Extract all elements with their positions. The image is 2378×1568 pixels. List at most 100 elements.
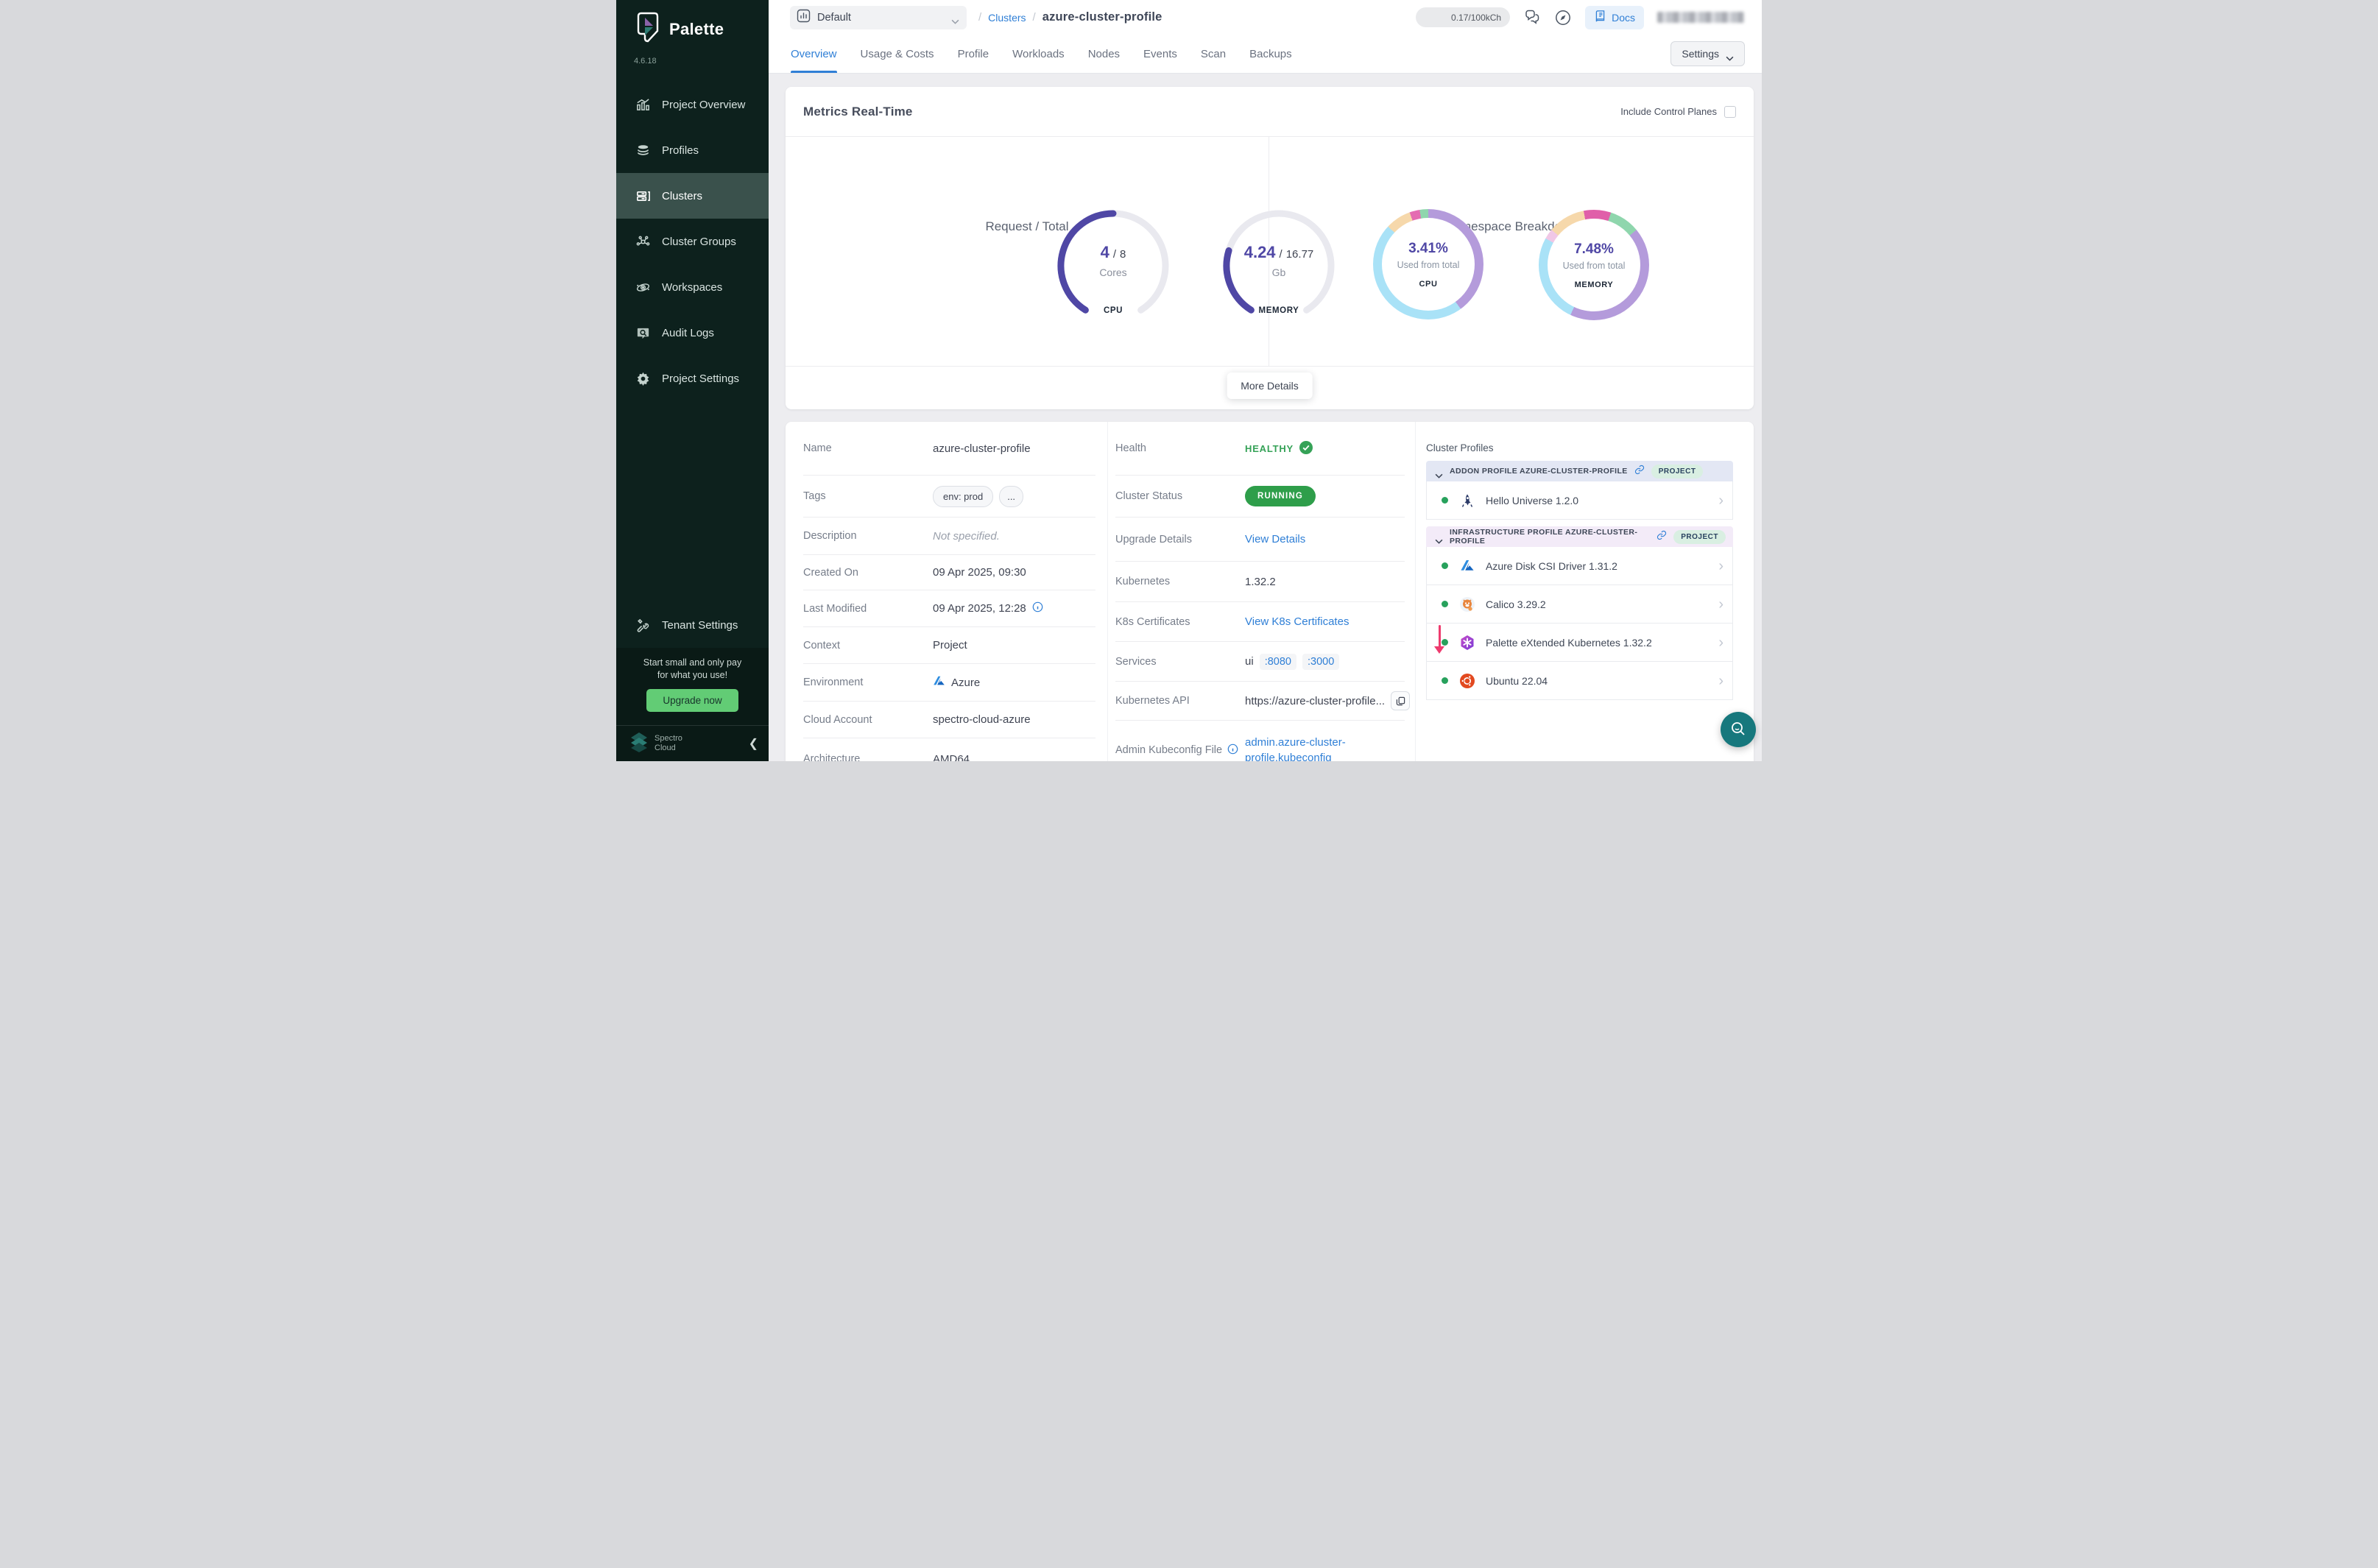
include-control-planes: Include Control Planes (1620, 106, 1736, 118)
settings-label: Settings (1682, 48, 1719, 60)
service-port-3000-link[interactable]: :3000 (1302, 654, 1339, 670)
sidebar-item-audit-logs[interactable]: Audit Logs (616, 310, 769, 356)
sidebar-item-cluster-groups[interactable]: Cluster Groups (616, 219, 769, 264)
sidebar-nav: Project Overview Profiles Clusters Clust… (616, 82, 769, 401)
details-left-column: Name azure-cluster-profile Tags env: pro… (786, 422, 1107, 761)
chevron-down-icon[interactable] (1435, 534, 1443, 540)
upgrade-panel: Start small and only pay for what you us… (616, 648, 769, 725)
cluster-name-value: azure-cluster-profile (933, 442, 1031, 455)
infrastructure-profile-group: INFRASTRUCTURE PROFILE AZURE-CLUSTER-PRO… (1426, 526, 1733, 700)
service-name: ui (1245, 655, 1254, 668)
architecture-value: AMD64 (933, 753, 970, 762)
app-name: Palette (669, 20, 724, 39)
palette-logo-icon (635, 12, 660, 46)
service-port-8080-link[interactable]: :8080 (1260, 654, 1296, 670)
sidebar-item-tenant-settings[interactable]: Tenant Settings (616, 602, 769, 648)
detail-row-upgrade-details: Upgrade Details View Details (1115, 518, 1405, 562)
cpu-gauge-label: CPU (1051, 306, 1176, 315)
environment-value: Azure (951, 677, 980, 689)
sidebar-item-clusters[interactable]: Clusters (616, 173, 769, 219)
tab-usage-costs[interactable]: Usage & Costs (861, 35, 934, 73)
tab-scan[interactable]: Scan (1201, 35, 1226, 73)
breadcrumb: / Clusters / azure-cluster-profile (978, 10, 1162, 24)
detail-row-services: Services ui :8080 :3000 (1115, 642, 1405, 682)
link-icon[interactable] (1657, 530, 1667, 544)
sidebar-item-project-overview[interactable]: Project Overview (616, 82, 769, 127)
compass-icon[interactable] (1554, 9, 1572, 27)
topbar-actions: 0.17/100kCh Docs (1416, 6, 1762, 29)
cluster-status-badge: RUNNING (1245, 486, 1316, 506)
collapse-sidebar-icon[interactable]: ❮ (749, 736, 758, 751)
cluster-profiles-title: Cluster Profiles (1426, 442, 1736, 453)
profile-layer-name: Ubuntu 22.04 (1486, 675, 1718, 687)
sidebar-item-label: Clusters (662, 190, 702, 202)
breadcrumb-clusters-link[interactable]: Clusters (988, 12, 1026, 24)
sidebar-item-project-settings[interactable]: Project Settings (616, 356, 769, 401)
status-dot (1442, 562, 1448, 569)
profile-layer-pxk[interactable]: Palette eXtended Kubernetes 1.32.2 › (1426, 624, 1733, 662)
detail-row-environment: Environment Azure (803, 664, 1095, 702)
chat-icon[interactable] (1523, 9, 1541, 27)
spectro-cloud-logo (629, 732, 649, 756)
status-dot (1442, 497, 1448, 504)
status-dot (1442, 639, 1448, 646)
usage-meter: 0.17/100kCh (1416, 7, 1510, 27)
sidebar-footer: Spectro Cloud ❮ (616, 725, 769, 761)
created-on-value: 09 Apr 2025, 09:30 (933, 566, 1026, 579)
tab-events[interactable]: Events (1143, 35, 1177, 73)
check-circle-icon (1299, 441, 1313, 456)
include-control-planes-checkbox[interactable] (1724, 106, 1736, 118)
memory-request-value: 4.24 (1244, 243, 1276, 262)
detail-row-cloud-account: Cloud Account spectro-cloud-azure (803, 702, 1095, 738)
addon-profile-group: ADDON PROFILE AZURE-CLUSTER-PROFILE PROJ… (1426, 461, 1733, 520)
sidebar-item-workspaces[interactable]: Workspaces (616, 264, 769, 310)
tab-overview[interactable]: Overview (791, 35, 837, 73)
cloud-account-value: spectro-cloud-azure (933, 713, 1031, 726)
tag-more[interactable]: ... (999, 486, 1023, 507)
palette-console: Palette 4.6.18 Project Overview Profiles (616, 0, 1762, 761)
project-chart-icon (797, 9, 811, 27)
admin-kubeconfig-link[interactable]: admin.azure-cluster- profile.kubeconfig (1245, 735, 1346, 761)
detail-row-name: Name azure-cluster-profile (803, 422, 1095, 476)
tab-workloads[interactable]: Workloads (1012, 35, 1065, 73)
project-badge: PROJECT (1651, 465, 1704, 478)
last-modified-value: 09 Apr 2025, 12:28 (933, 602, 1026, 615)
info-icon[interactable] (1227, 744, 1238, 757)
book-icon (1594, 10, 1606, 25)
tab-nodes[interactable]: Nodes (1088, 35, 1120, 73)
pxk-icon (1459, 635, 1475, 651)
chevron-down-icon[interactable] (1435, 469, 1443, 474)
more-details-button[interactable]: More Details (1227, 372, 1313, 399)
user-name-redacted[interactable] (1657, 12, 1744, 23)
profile-layer-ubuntu[interactable]: Ubuntu 22.04 › (1426, 662, 1733, 700)
search-fab-button[interactable] (1721, 712, 1756, 747)
settings-button[interactable]: Settings (1670, 41, 1745, 66)
sidebar-item-profiles[interactable]: Profiles (616, 127, 769, 173)
tab-backups[interactable]: Backups (1249, 35, 1292, 73)
upgrade-text: Start small and only pay for what you us… (616, 657, 769, 682)
addon-profile-name: ADDON PROFILE AZURE-CLUSTER-PROFILE (1450, 467, 1628, 476)
cluster-profiles-panel: Cluster Profiles ADDON PROFILE AZURE-CLU… (1415, 422, 1754, 761)
sidebar-item-label: Tenant Settings (662, 619, 738, 632)
profile-layer-azure-disk[interactable]: Azure Disk CSI Driver 1.31.2 › (1426, 547, 1733, 585)
view-details-link[interactable]: View Details (1245, 533, 1305, 545)
project-selector[interactable]: Default (790, 6, 967, 29)
info-icon[interactable] (1032, 601, 1043, 615)
profile-layer-calico[interactable]: Calico 3.29.2 › (1426, 585, 1733, 624)
infrastructure-profile-header[interactable]: INFRASTRUCTURE PROFILE AZURE-CLUSTER-PRO… (1426, 526, 1733, 547)
addon-profile-header[interactable]: ADDON PROFILE AZURE-CLUSTER-PROFILE PROJ… (1426, 461, 1733, 481)
link-icon[interactable] (1634, 465, 1645, 478)
health-value: HEALTHY (1245, 443, 1294, 454)
breadcrumb-separator: / (978, 11, 981, 24)
view-k8s-certificates-link[interactable]: View K8s Certificates (1245, 615, 1349, 628)
docs-button[interactable]: Docs (1585, 6, 1644, 29)
chevron-right-icon: › (1718, 674, 1723, 688)
metrics-footer: More Details (786, 366, 1754, 409)
search-icon (1729, 720, 1747, 740)
upgrade-now-button[interactable]: Upgrade now (646, 689, 738, 712)
profile-layer-name: Azure Disk CSI Driver 1.31.2 (1486, 560, 1718, 572)
profile-layer-hello-universe[interactable]: Hello Universe 1.2.0 › (1426, 481, 1733, 520)
metrics-title: Metrics Real-Time (803, 105, 913, 119)
copy-icon[interactable] (1391, 691, 1410, 710)
tab-profile[interactable]: Profile (958, 35, 989, 73)
